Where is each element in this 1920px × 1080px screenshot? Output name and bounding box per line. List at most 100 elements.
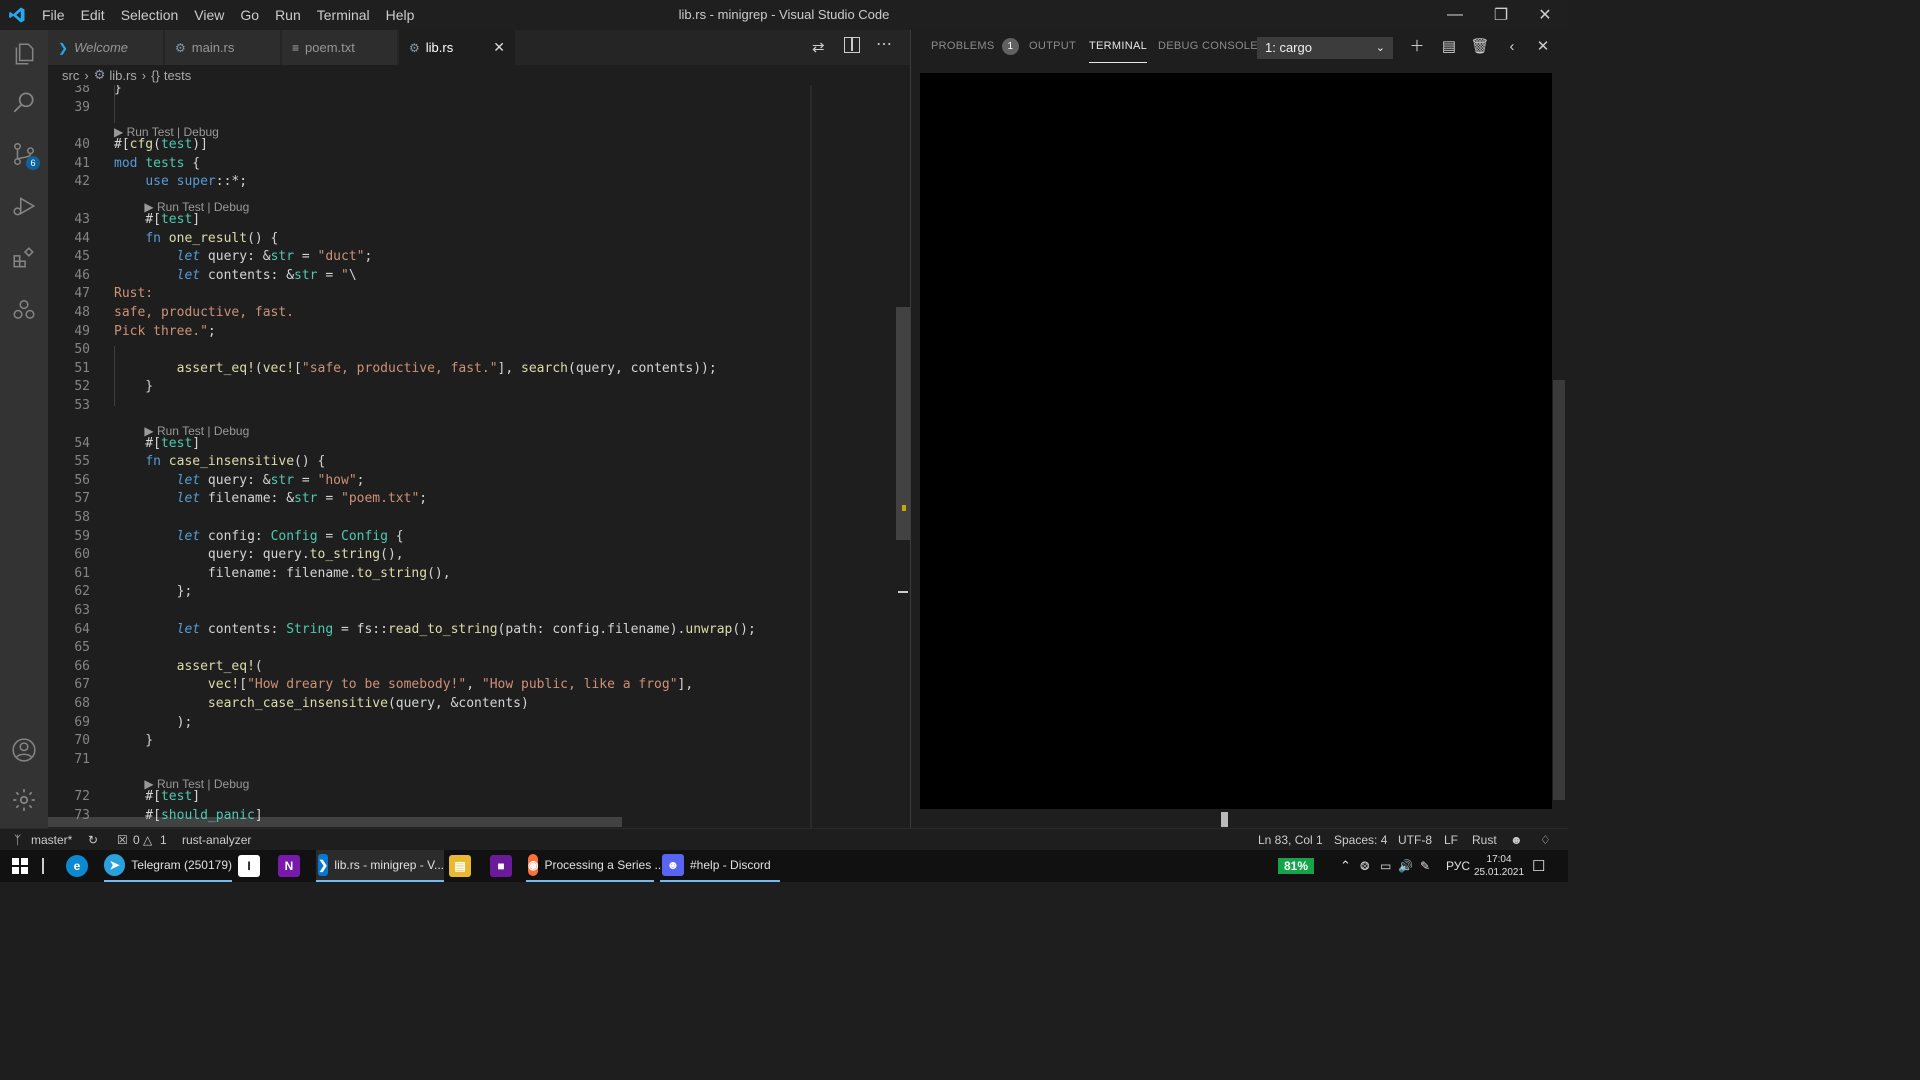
tab-output[interactable]: OUTPUT bbox=[1029, 30, 1076, 63]
menu-go[interactable]: Go bbox=[232, 0, 267, 30]
tab-debug-console[interactable]: DEBUG CONSOLE bbox=[1158, 30, 1258, 63]
menu-view[interactable]: View bbox=[186, 0, 232, 30]
run-debug-icon[interactable] bbox=[0, 182, 48, 230]
indentation[interactable]: Spaces: 4 bbox=[1334, 829, 1387, 851]
account-icon[interactable] bbox=[0, 726, 48, 774]
line-number: 50 bbox=[74, 342, 90, 358]
breadcrumb-file[interactable]: lib.rs bbox=[109, 68, 136, 83]
remote-explorer-icon[interactable] bbox=[0, 286, 48, 334]
split-editor-icon[interactable] bbox=[844, 37, 860, 53]
text-file-icon: ≡ bbox=[292, 40, 300, 55]
input-language[interactable]: РУС bbox=[1446, 850, 1470, 882]
extension-status[interactable]: rust-analyzer bbox=[182, 829, 251, 851]
terminal-output[interactable] bbox=[920, 73, 1552, 809]
line-number: 47 bbox=[74, 286, 90, 302]
onenote-icon[interactable]: N bbox=[278, 850, 306, 882]
tab-poem-txt[interactable]: ≡ poem.txt bbox=[282, 30, 398, 65]
source-control-icon[interactable]: 6 bbox=[0, 130, 48, 178]
braces-icon: {} bbox=[151, 67, 160, 83]
code-line: let filename: &str = "poem.txt"; bbox=[176, 491, 428, 507]
close-tab-icon[interactable]: ✕ bbox=[493, 39, 505, 56]
taskbar-firefox[interactable]: ◉ Processing a Series ... bbox=[526, 850, 665, 882]
menu-edit[interactable]: Edit bbox=[73, 0, 113, 30]
error-count[interactable]: 0 bbox=[133, 829, 140, 851]
pen-icon[interactable]: ✎ bbox=[1420, 850, 1430, 882]
breadcrumb-symbol[interactable]: tests bbox=[164, 68, 191, 83]
wifi-icon[interactable]: ⨷ bbox=[1360, 850, 1370, 882]
tab-problems[interactable]: PROBLEMS 1 bbox=[931, 30, 1019, 63]
chevron-left-icon[interactable]: ‹ bbox=[1502, 38, 1522, 56]
add-terminal-icon[interactable]: ＋ bbox=[1407, 38, 1427, 56]
language-mode[interactable]: Rust bbox=[1472, 829, 1497, 851]
close-panel-icon[interactable]: ✕ bbox=[1533, 38, 1553, 56]
line-number: 67 bbox=[74, 677, 90, 693]
menu-file[interactable]: File bbox=[34, 0, 73, 30]
split-terminal-icon[interactable]: ▤ bbox=[1439, 38, 1459, 56]
more-actions-icon[interactable]: ⋯ bbox=[876, 34, 892, 54]
clock[interactable]: 17:04 25.01.2021 bbox=[1474, 850, 1524, 882]
menu-help[interactable]: Help bbox=[378, 0, 423, 30]
breadcrumb: src › ⚙ lib.rs › {} tests bbox=[48, 65, 910, 85]
firefox-icon: ◉ bbox=[528, 854, 539, 876]
sync-icon[interactable]: ↻ bbox=[88, 829, 98, 851]
panel-scrollbar[interactable] bbox=[1553, 380, 1565, 800]
tab-main-rs[interactable]: ⚙ main.rs bbox=[165, 30, 281, 65]
line-number: 40 bbox=[74, 137, 90, 153]
line-number: 73 bbox=[74, 808, 90, 823]
git-branch[interactable]: master* bbox=[31, 829, 72, 851]
minimize-icon[interactable]: — bbox=[1432, 0, 1478, 30]
menu-terminal[interactable]: Terminal bbox=[309, 0, 378, 30]
extensions-icon[interactable] bbox=[0, 234, 48, 282]
close-window-icon[interactable]: ✕ bbox=[1522, 0, 1568, 30]
terminal-select[interactable]: 1: cargo ⌄ bbox=[1257, 37, 1393, 59]
taskbar-discord[interactable]: ☻ #help - Discord bbox=[660, 850, 780, 882]
action-center-icon[interactable]: ☐ bbox=[1532, 850, 1545, 882]
taskbar-vscode[interactable]: ❯ lib.rs - minigrep - V... bbox=[316, 850, 444, 882]
code-line: Rust: bbox=[114, 286, 154, 302]
vertical-scrollbar[interactable] bbox=[896, 85, 910, 828]
cursor-position[interactable]: Ln 83, Col 1 bbox=[1258, 829, 1323, 851]
settings-gear-icon[interactable] bbox=[0, 776, 48, 824]
encoding[interactable]: UTF-8 bbox=[1398, 829, 1432, 851]
app-icon[interactable]: ■ bbox=[490, 850, 518, 882]
breadcrumb-folder[interactable]: src bbox=[62, 68, 79, 83]
restore-icon[interactable]: ❐ bbox=[1478, 0, 1524, 30]
vscode-icon: ❯ bbox=[58, 40, 69, 55]
code-line: search_case_insensitive(query, &contents… bbox=[207, 696, 529, 711]
tray-chevron-up-icon[interactable]: ⌃ bbox=[1340, 850, 1351, 882]
notifications-bell-icon[interactable]: ♢ bbox=[1540, 829, 1551, 851]
battery-indicator[interactable]: 81% bbox=[1278, 850, 1315, 882]
battery-icon[interactable]: ▭ bbox=[1380, 850, 1391, 882]
windows-start-icon[interactable] bbox=[12, 850, 28, 882]
warning-icon: △ bbox=[143, 833, 153, 847]
task-view-icon[interactable] bbox=[42, 850, 44, 882]
code-line: vec!["How dreary to be somebody!", "How … bbox=[207, 677, 694, 693]
code-line: assert_eq!( bbox=[176, 658, 263, 674]
edge-icon[interactable]: e bbox=[66, 850, 94, 882]
menu-selection[interactable]: Selection bbox=[113, 0, 187, 30]
line-ending[interactable]: LF bbox=[1444, 829, 1458, 851]
menu-run[interactable]: Run bbox=[267, 0, 309, 30]
tab-welcome[interactable]: ❯ Welcome bbox=[48, 30, 164, 65]
code-line: #[should_panic] bbox=[114, 808, 263, 823]
warning-count[interactable]: 1 bbox=[160, 829, 167, 851]
taskbar-telegram[interactable]: ➤ Telegram (250179) bbox=[104, 850, 232, 882]
search-icon[interactable] bbox=[0, 78, 48, 126]
line-number: 59 bbox=[74, 528, 90, 544]
volume-icon[interactable]: 🔊 bbox=[1398, 850, 1413, 882]
clock-date: 25.01.2021 bbox=[1474, 867, 1525, 878]
line-number: 44 bbox=[74, 230, 90, 246]
code-line: assert_eq!(vec!["safe, productive, fast.… bbox=[176, 360, 717, 376]
line-number: 45 bbox=[74, 249, 90, 265]
feedback-icon[interactable]: ☻ bbox=[1510, 829, 1523, 851]
file-explorer-icon[interactable]: ▤ bbox=[449, 850, 477, 882]
line-number: 48 bbox=[74, 305, 90, 320]
open-changes-icon[interactable]: ⇄ bbox=[812, 38, 825, 56]
trash-icon[interactable]: 🗑 bbox=[1470, 38, 1490, 56]
explorer-icon[interactable] bbox=[0, 30, 48, 78]
lichess-icon[interactable]: I bbox=[238, 850, 266, 882]
tab-lib-rs[interactable]: ⚙ lib.rs ✕ bbox=[399, 30, 516, 65]
line-number: 60 bbox=[74, 547, 90, 563]
tab-terminal[interactable]: TERMINAL bbox=[1089, 30, 1148, 63]
code-editor[interactable]: 38} 39 ▶ Run Test | Debug 40 #[cfg(test)] 41 m… bbox=[48, 85, 910, 828]
